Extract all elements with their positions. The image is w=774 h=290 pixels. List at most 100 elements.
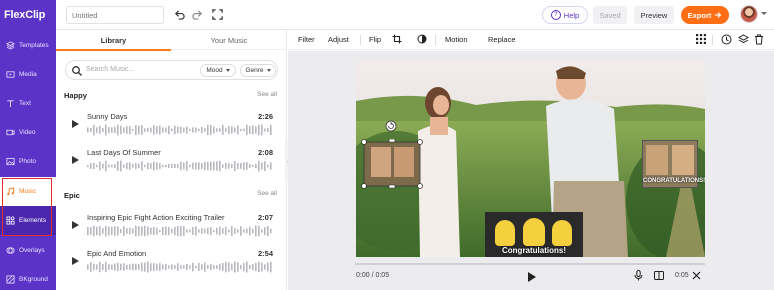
export-label: Export [687, 10, 712, 20]
background-icon [5, 275, 15, 285]
nav-item-video[interactable]: Video [0, 118, 56, 147]
tab-your-music[interactable]: Your Music [171, 30, 287, 50]
close-icon[interactable] [692, 271, 701, 282]
search-input[interactable]: Search Music... [86, 66, 134, 73]
opacity-icon[interactable] [417, 34, 427, 46]
waveform [87, 225, 272, 237]
track-name: Epic And Emotion [87, 249, 147, 258]
nav-item-templates[interactable]: Templates [0, 31, 56, 60]
chevron-down-icon [266, 69, 271, 72]
overlays-icon [5, 246, 15, 256]
redo-icon[interactable] [190, 7, 204, 21]
nav-label: Video [19, 129, 36, 136]
play-icon[interactable] [72, 156, 79, 164]
play-icon[interactable] [528, 272, 536, 282]
nav-item-background[interactable]: BKground [0, 265, 56, 290]
nav-label: Text [19, 100, 31, 107]
help-label: Help [563, 10, 580, 20]
search-icon [72, 66, 82, 76]
congratulations-sticker-right[interactable]: CONGRATULATIONS! [642, 140, 705, 188]
rotate-handle-icon[interactable] [385, 120, 397, 132]
microphone-icon[interactable] [634, 270, 643, 283]
track-row[interactable]: Sunny Days 2:26 [56, 109, 287, 141]
flexclip-logo[interactable]: FlexClip [0, 0, 56, 30]
section-title-happy: Happy [64, 91, 87, 100]
play-icon[interactable] [72, 221, 79, 229]
video-preview[interactable]: CONGRATULATIONS! Congratulations! [356, 61, 705, 257]
track-name: Last Days Of Summer [87, 148, 161, 157]
grid-icon[interactable] [696, 34, 706, 46]
divider [712, 35, 713, 45]
track-duration: 2:08 [257, 148, 273, 157]
export-button[interactable]: Export [681, 6, 729, 24]
user-avatar[interactable] [740, 5, 758, 23]
track-name: Sunny Days [87, 112, 128, 121]
waveform [87, 160, 272, 172]
highlight-box [2, 178, 52, 236]
sticker-caption: Congratulations! [502, 246, 566, 255]
play-icon[interactable] [72, 257, 79, 265]
replace-button[interactable]: Replace [488, 35, 516, 44]
split-icon[interactable] [654, 271, 664, 282]
tab-library[interactable]: Library [56, 30, 171, 51]
chevron-down-icon [225, 69, 230, 72]
nav-label: Photo [19, 158, 36, 165]
music-search-bar[interactable]: Search Music... Mood Genre [65, 60, 278, 80]
top-bar: FlexClip ? Help Saved Preview Export [0, 0, 774, 30]
arrow-right-icon [715, 12, 722, 18]
see-all-epic-link[interactable]: See all [257, 190, 277, 197]
fullscreen-icon[interactable] [210, 7, 224, 21]
trash-icon[interactable] [754, 34, 764, 47]
minions-congratulations-sticker[interactable]: Congratulations! [485, 212, 583, 257]
track-row[interactable]: Epic And Emotion 2:54 [56, 246, 287, 278]
library-tabs: Library Your Music [56, 30, 287, 51]
project-title-input[interactable] [66, 6, 164, 24]
mood-dropdown[interactable]: Mood [200, 64, 236, 77]
end-time: 0:05 [675, 272, 689, 279]
current-time: 0:00 / 0:05 [356, 272, 390, 279]
divider [360, 35, 361, 45]
undo-icon[interactable] [172, 7, 186, 21]
text-icon [5, 99, 15, 109]
genre-dropdown[interactable]: Genre [240, 64, 276, 77]
sticker-caption: CONGRATULATIONS! [643, 178, 705, 184]
video-icon [5, 128, 15, 138]
track-row[interactable]: Inspiring Epic Fight Action Exciting Tra… [56, 210, 287, 242]
media-icon [5, 70, 15, 80]
nav-label: Media [19, 71, 37, 78]
nav-item-text[interactable]: Text [0, 89, 56, 118]
chevron-down-icon[interactable] [761, 12, 767, 15]
templates-icon [5, 41, 15, 51]
editor-toolbar: Filter Adjust Flip Motion Replace [288, 30, 774, 50]
nav-label: BKground [19, 276, 48, 283]
question-icon: ? [550, 10, 561, 20]
play-icon[interactable] [72, 120, 79, 128]
saved-status: Saved [593, 6, 627, 24]
nav-label: Overlays [19, 247, 45, 254]
track-row[interactable]: Last Days Of Summer 2:08 [56, 145, 287, 177]
mood-label: Mood [206, 67, 223, 74]
clock-icon[interactable] [721, 34, 732, 47]
preview-button[interactable]: Preview [634, 6, 674, 24]
waveform [87, 124, 272, 136]
divider [435, 35, 436, 45]
photo-icon [5, 157, 15, 167]
motion-button[interactable]: Motion [445, 35, 468, 44]
help-button[interactable]: ? Help [542, 6, 588, 24]
track-duration: 2:26 [257, 112, 273, 121]
track-duration: 2:54 [257, 249, 273, 258]
timeline-scrubber[interactable] [355, 263, 705, 265]
nav-item-photo[interactable]: Photo [0, 147, 56, 176]
nav-item-overlays[interactable]: Overlays [0, 236, 56, 265]
adjust-button[interactable]: Adjust [328, 35, 349, 44]
see-all-happy-link[interactable]: See all [257, 91, 277, 98]
nav-item-media[interactable]: Media [0, 60, 56, 89]
track-name: Inspiring Epic Fight Action Exciting Tra… [87, 213, 225, 222]
filter-button[interactable]: Filter [298, 35, 315, 44]
flip-button[interactable]: Flip [369, 35, 381, 44]
waveform [87, 261, 272, 273]
crop-icon[interactable] [392, 34, 402, 46]
layers-icon[interactable] [737, 34, 750, 47]
selected-meme-sticker[interactable] [361, 139, 423, 189]
track-duration: 2:07 [257, 213, 273, 222]
